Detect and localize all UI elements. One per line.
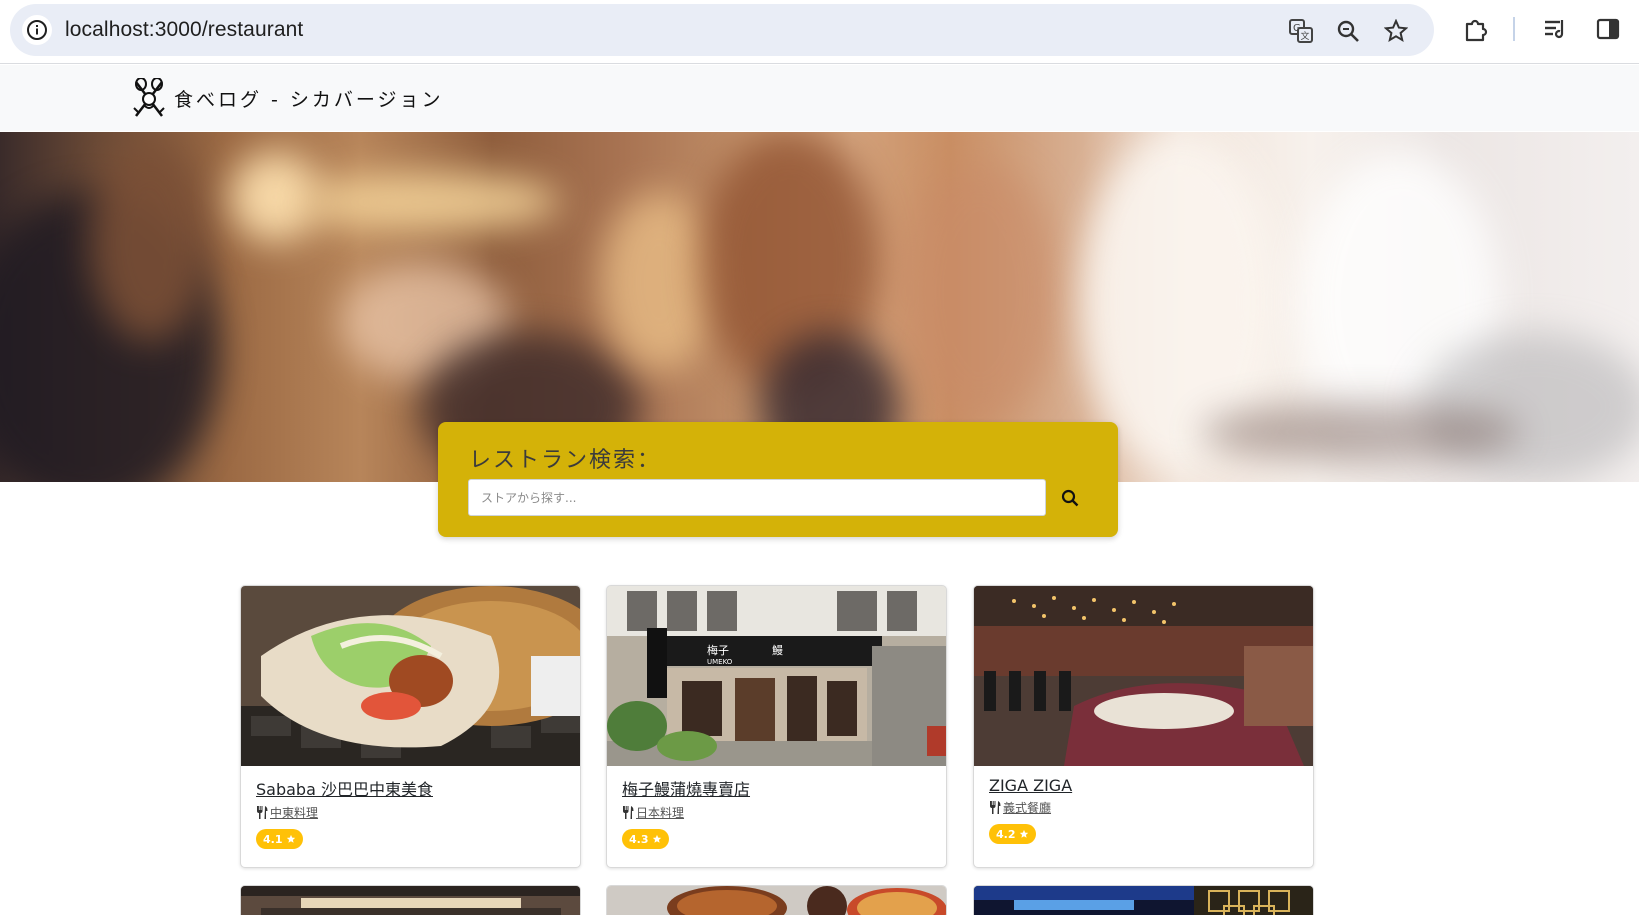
restaurant-card[interactable] (240, 885, 581, 915)
restaurant-card[interactable]: 梅子 鰻 UMEKO 梅子鰻蒲燒專賣店 日本料理 4.3 (606, 585, 947, 868)
utensils-icon (990, 801, 1001, 814)
restaurant-photo[interactable] (974, 886, 1314, 915)
restaurant-name-link[interactable]: Sababa 沙巴巴中東美食 (256, 776, 570, 800)
restaurant-category[interactable]: 中東料理 (256, 804, 570, 821)
brand-link[interactable]: 食べログ - シカバージョン (132, 78, 444, 118)
utensils-icon (257, 806, 268, 819)
rating-value: 4.2 (996, 827, 1016, 841)
brand-name: 食べログ - シカバージョン (174, 88, 444, 111)
category-label[interactable]: 日本料理 (636, 804, 684, 821)
restaurant-name-link[interactable]: ZIGA ZIGA (989, 776, 1303, 795)
extensions-icon[interactable] (1459, 13, 1491, 45)
restaurant-category[interactable]: 日本料理 (622, 804, 936, 821)
toolbar-separator (1513, 17, 1515, 41)
browser-toolbar: localhost:3000/restaurant G文 (0, 0, 1639, 64)
restaurant-photo[interactable] (241, 886, 581, 915)
side-panel-icon[interactable] (1592, 13, 1624, 45)
rating-value: 4.1 (263, 832, 283, 846)
category-label[interactable]: 義式餐廳 (1003, 799, 1051, 816)
reading-list-icon[interactable] (1539, 13, 1571, 45)
restaurant-card[interactable] (606, 885, 947, 915)
bookmark-star-icon[interactable] (1381, 16, 1411, 46)
rating-badge: 4.3 (622, 829, 669, 849)
restaurant-photo[interactable]: 梅子 鰻 UMEKO (607, 586, 946, 766)
restaurant-search-panel: レストラン検索： (438, 422, 1118, 537)
rating-badge: 4.2 (989, 824, 1036, 844)
translate-icon[interactable]: G文 (1286, 16, 1316, 46)
restaurant-name-link[interactable]: 梅子鰻蒲燒專賣店 (622, 776, 936, 800)
star-icon (286, 834, 295, 843)
fork-knife-crest-logo (133, 78, 165, 117)
restaurant-photo[interactable] (241, 586, 580, 766)
svg-text:文: 文 (1301, 30, 1310, 42)
restaurant-photo[interactable] (974, 586, 1313, 766)
svg-text:梅子: 梅子 (707, 643, 729, 657)
star-icon (652, 834, 661, 843)
restaurant-photo[interactable] (607, 886, 947, 915)
svg-text:UMEKO: UMEKO (707, 658, 733, 666)
restaurant-card[interactable] (973, 885, 1314, 915)
url-text[interactable]: localhost:3000/restaurant (65, 18, 303, 42)
site-navbar: 食べログ - シカバージョン (0, 65, 1639, 131)
search-title: レストラン検索： (469, 448, 662, 473)
restaurant-category[interactable]: 義式餐廳 (989, 799, 1303, 816)
address-bar[interactable]: localhost:3000/restaurant G文 (10, 4, 1434, 56)
star-icon (1019, 829, 1028, 838)
zoom-icon[interactable] (1333, 16, 1363, 46)
rating-badge: 4.1 (256, 829, 303, 849)
utensils-icon (623, 806, 634, 819)
restaurant-card[interactable]: Sababa 沙巴巴中東美食 中東料理 4.1 (240, 585, 581, 868)
rating-value: 4.3 (629, 832, 649, 846)
search-button[interactable] (1050, 479, 1090, 516)
search-input[interactable] (468, 479, 1046, 516)
restaurant-card[interactable]: ZIGA ZIGA 義式餐廳 4.2 (973, 585, 1314, 868)
category-label[interactable]: 中東料理 (270, 804, 318, 821)
search-icon (1061, 489, 1079, 506)
info-icon[interactable] (22, 15, 52, 45)
svg-text:鰻: 鰻 (772, 643, 783, 657)
